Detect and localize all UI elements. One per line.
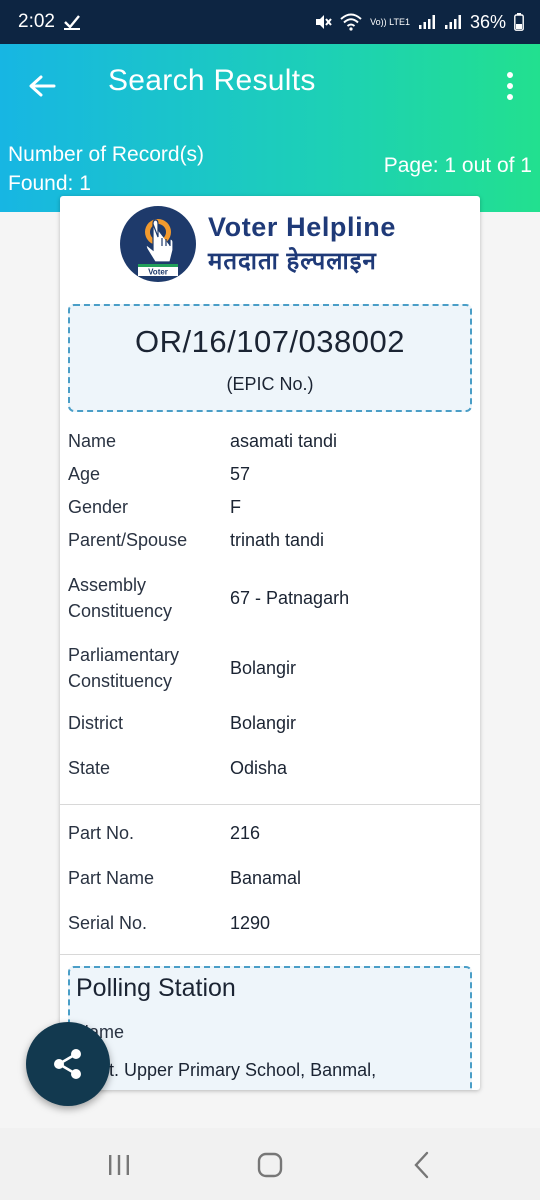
share-icon [54, 1049, 81, 1079]
page-title: Search Results [108, 64, 316, 97]
app-bar: Search Results [0, 44, 540, 128]
polling-station-title: Polling Station [76, 974, 236, 1002]
nav-back-button[interactable] [402, 1150, 442, 1180]
epic-number: OR/16/107/038002 [135, 324, 405, 359]
more-dot [507, 83, 513, 89]
signal-icon [418, 15, 435, 29]
polling-name-value: Govt. Upper Primary School, Banmal, [76, 1060, 377, 1080]
home-icon [257, 1152, 283, 1178]
navigation-bar [0, 1128, 540, 1200]
logo-emblem-icon: Voter [120, 206, 196, 282]
logo-title-hi: मतदाता हेल्पलाइन [208, 247, 377, 275]
page-info: Page: 1 out of 1 [383, 154, 532, 177]
logo-text: Voter Helpline मतदाता हेल्पलाइन [208, 212, 396, 277]
part-value: 216 [230, 823, 261, 843]
detail-value: Bolangir [230, 713, 297, 733]
detail-value: Bolangir [230, 658, 297, 678]
detail-label: State [68, 758, 111, 778]
part-value: 1290 [230, 913, 271, 933]
voter-card: Voter Voter Helpline मतदाता हेल्पलाइन OR… [60, 196, 480, 1090]
detail-value: Odisha [230, 758, 288, 778]
battery-icon [514, 13, 524, 31]
divider [60, 954, 480, 955]
part-value: Banamal [230, 868, 302, 888]
logo-badge-text: Voter [148, 268, 168, 277]
check-icon [63, 15, 80, 30]
records-line-1: Number of Record(s) [8, 143, 205, 166]
back-button[interactable] [22, 66, 62, 106]
status-right: Vo)) LTE1 36% [314, 12, 524, 33]
wifi-icon [340, 13, 362, 31]
records-found: Number of Record(s) Found: 1 [8, 140, 204, 198]
home-button[interactable] [250, 1150, 290, 1180]
voter-helpline-logo: Voter Voter Helpline मतदाता हेल्पलाइन [120, 204, 396, 284]
detail-value: asamati tandi [230, 431, 338, 451]
records-line-2: Found: 1 [8, 172, 91, 195]
detail-label: Parent/Spouse [68, 530, 188, 550]
detail-value: trinath tandi [230, 530, 325, 550]
polling-station-box: Polling Station Name Govt. Upper Primary… [68, 966, 472, 1090]
finger-vote-icon: Voter [138, 219, 178, 277]
arrow-left-icon [29, 75, 56, 97]
detail-label: District [68, 713, 123, 733]
mute-icon [316, 15, 332, 29]
more-options-button[interactable] [498, 66, 522, 106]
lte-indicator: Vo)) LTE1 [370, 16, 410, 27]
detail-value: 67 - Patnagarh [230, 588, 350, 608]
share-button[interactable] [26, 1022, 110, 1106]
epic-box: OR/16/107/038002 (EPIC No.) [68, 304, 472, 412]
part-label: Part Name [68, 868, 155, 888]
detail-label: Parliamentary Constituency [68, 645, 180, 691]
header: Search Results Number of Record(s) Found… [0, 44, 540, 212]
recents-icon [109, 1155, 129, 1175]
more-dot [507, 94, 513, 100]
more-vertical-icon [507, 72, 513, 78]
status-bar: 2:02 Vo)) LTE1 36% [0, 0, 540, 44]
status-time: 2:02 [18, 11, 55, 32]
part-label: Serial No. [68, 913, 148, 933]
nav-back-icon [414, 1151, 429, 1179]
detail-label: Name [68, 431, 117, 451]
epic-label: (EPIC No.) [226, 374, 314, 394]
recents-button[interactable] [99, 1150, 139, 1180]
detail-value: F [230, 497, 241, 517]
detail-label: Assembly Constituency [68, 575, 173, 621]
logo-title-en: Voter Helpline [208, 211, 396, 242]
detail-label: Age [68, 464, 101, 484]
divider [60, 804, 480, 805]
signal-icon-2 [444, 15, 461, 29]
part-label: Part No. [68, 823, 135, 843]
battery-percent: 36% [469, 11, 506, 32]
detail-label: Gender [68, 497, 129, 517]
detail-value: 57 [230, 464, 251, 484]
status-left: 2:02 [18, 11, 81, 33]
